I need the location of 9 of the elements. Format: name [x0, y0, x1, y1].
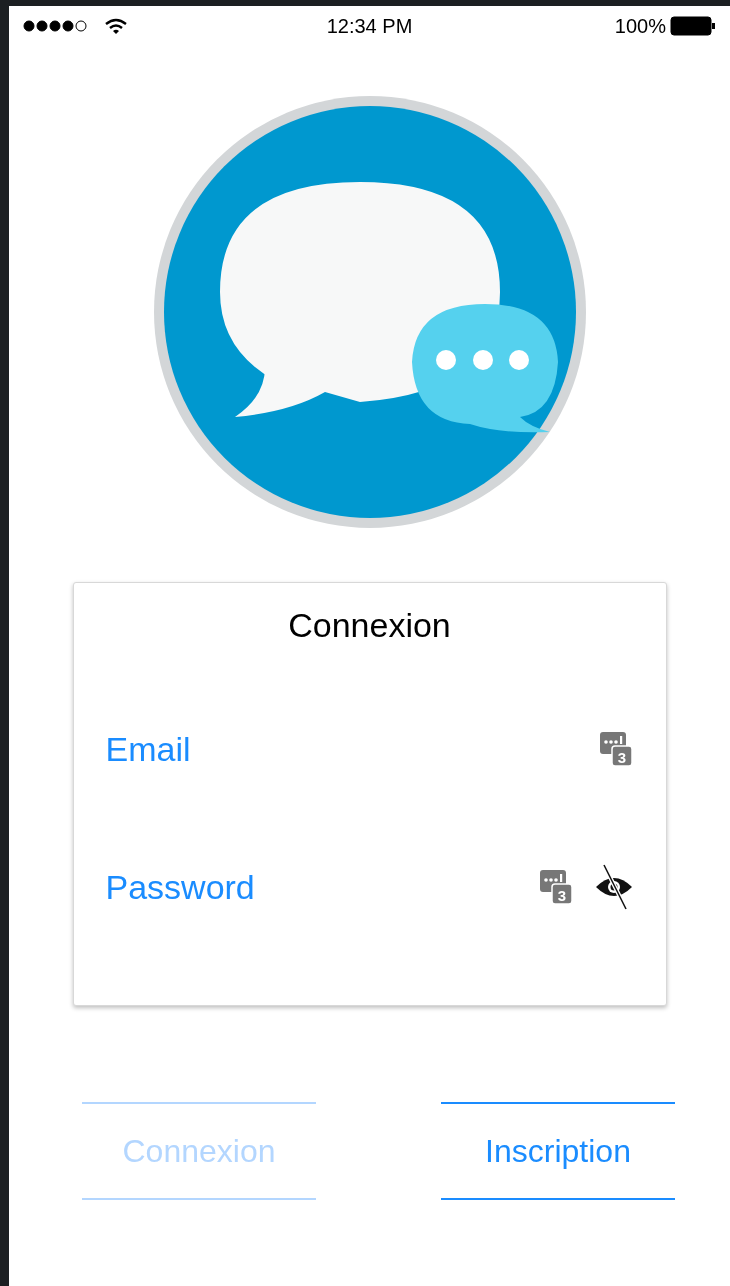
battery-percentage: 100% [614, 14, 666, 39]
wifi-icon [105, 18, 127, 34]
battery-icon [670, 16, 716, 36]
signup-button[interactable]: Inscription [441, 1102, 675, 1200]
status-time: 12:34 PM [326, 14, 413, 39]
email-field[interactable]: Email [105, 719, 580, 779]
signal-strength-icon [23, 20, 89, 32]
card-title: Connexion [287, 605, 452, 646]
password-field[interactable]: Password [105, 857, 520, 917]
